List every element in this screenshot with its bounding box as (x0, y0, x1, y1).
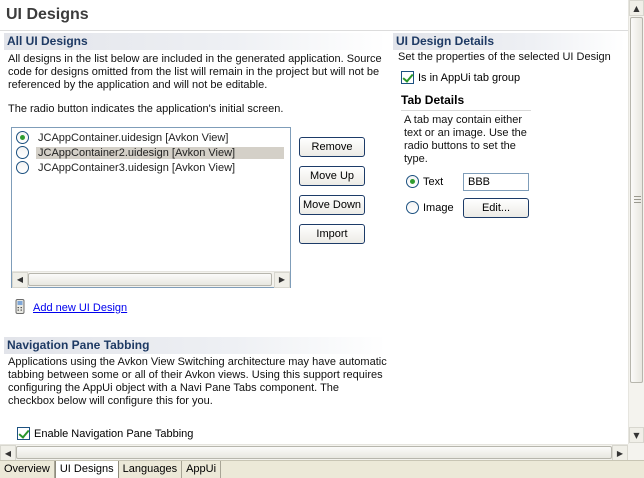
tab-appui[interactable]: AppUi (182, 461, 222, 478)
scroll-right-icon[interactable]: ▶ (274, 271, 290, 288)
text-type-radio[interactable] (406, 175, 419, 188)
text-type-option[interactable]: Text (406, 175, 443, 188)
scroll-left-icon[interactable]: ◀ (12, 271, 28, 288)
tab-group-option[interactable]: Is in AppUi tab group (401, 71, 520, 84)
list-item[interactable]: JCAppContainer.uidesign [Avkon View] (16, 130, 288, 145)
list-horizontal-scrollbar[interactable]: ◀ ▶ (12, 271, 290, 288)
editor-tab-bar: Overview UI Designs Languages AppUi (0, 460, 644, 478)
tab-details-divider (401, 110, 531, 111)
page-horizontal-scrollbar[interactable]: ◀ ▶ (0, 444, 628, 461)
tab-text-field[interactable]: BBB (463, 173, 529, 191)
enable-tabbing-checkbox[interactable] (17, 427, 30, 440)
scroll-down-icon[interactable]: ▼ (629, 427, 644, 443)
remove-button[interactable]: Remove (299, 137, 365, 157)
edit-image-button[interactable]: Edit... (463, 198, 529, 218)
vertical-scroll-thumb[interactable] (630, 17, 643, 383)
image-type-option[interactable]: Image (406, 201, 454, 214)
scroll-thumb[interactable] (28, 273, 272, 286)
navigation-header: Navigation Pane Tabbing (4, 337, 386, 354)
add-new-ui-design-link[interactable]: Add new UI Design (33, 302, 127, 314)
scroll-track[interactable] (28, 272, 274, 287)
tab-group-checkbox-label: Is in AppUi tab group (418, 71, 521, 84)
navigation-description: Applications using the Avkon View Switch… (8, 356, 387, 407)
text-type-label: Text (423, 175, 444, 188)
enable-tabbing-label: Enable Navigation Pane Tabbing (34, 427, 194, 440)
all-designs-header: All UI Designs (4, 33, 386, 50)
tab-group-checkbox[interactable] (401, 71, 414, 84)
phone-icon (15, 299, 25, 314)
list-item-label: JCAppContainer2.uidesign [Avkon View] (36, 146, 284, 159)
list-item-label: JCAppContainer.uidesign [Avkon View] (38, 131, 229, 144)
initial-screen-radio[interactable] (16, 131, 29, 144)
title-divider (0, 30, 628, 31)
initial-screen-radio[interactable] (16, 146, 29, 159)
details-description: Set the properties of the selected UI De… (398, 51, 611, 63)
scrollbar-corner (628, 444, 644, 460)
list-item[interactable]: JCAppContainer2.uidesign [Avkon View] (16, 145, 288, 160)
move-up-button[interactable]: Move Up (299, 166, 365, 186)
tab-overview[interactable]: Overview (0, 461, 55, 478)
all-designs-description: All designs in the list below are includ… (8, 53, 382, 91)
list-item-label: JCAppContainer3.uidesign [Avkon View] (38, 161, 236, 174)
initial-screen-radio[interactable] (16, 161, 29, 174)
scroll-left-icon[interactable]: ◀ (0, 445, 16, 461)
image-type-label: Image (423, 201, 454, 214)
tab-ui-designs[interactable]: UI Designs (54, 461, 119, 478)
image-type-radio[interactable] (406, 201, 419, 214)
tab-languages[interactable]: Languages (119, 461, 183, 478)
page-vertical-scrollbar[interactable]: ▲ ▼ (628, 0, 644, 444)
enable-tabbing-option[interactable]: Enable Navigation Pane Tabbing (17, 427, 193, 440)
move-down-button[interactable]: Move Down (299, 195, 365, 215)
tab-details-header: Tab Details (401, 93, 465, 107)
list-item[interactable]: JCAppContainer3.uidesign [Avkon View] (16, 160, 288, 175)
tab-details-description: A tab may contain either text or an imag… (404, 114, 527, 165)
initial-screen-note: The radio button indicates the applicati… (8, 103, 284, 115)
scroll-track[interactable] (16, 445, 612, 460)
page-title: UI Designs (6, 6, 89, 23)
scroll-right-icon[interactable]: ▶ (612, 445, 628, 461)
import-button[interactable]: Import (299, 224, 365, 244)
details-header: UI Design Details (393, 33, 625, 50)
scroll-up-icon[interactable]: ▲ (629, 0, 644, 16)
scroll-thumb[interactable] (16, 446, 612, 459)
ui-designs-list[interactable]: JCAppContainer.uidesign [Avkon View] JCA… (11, 127, 291, 288)
